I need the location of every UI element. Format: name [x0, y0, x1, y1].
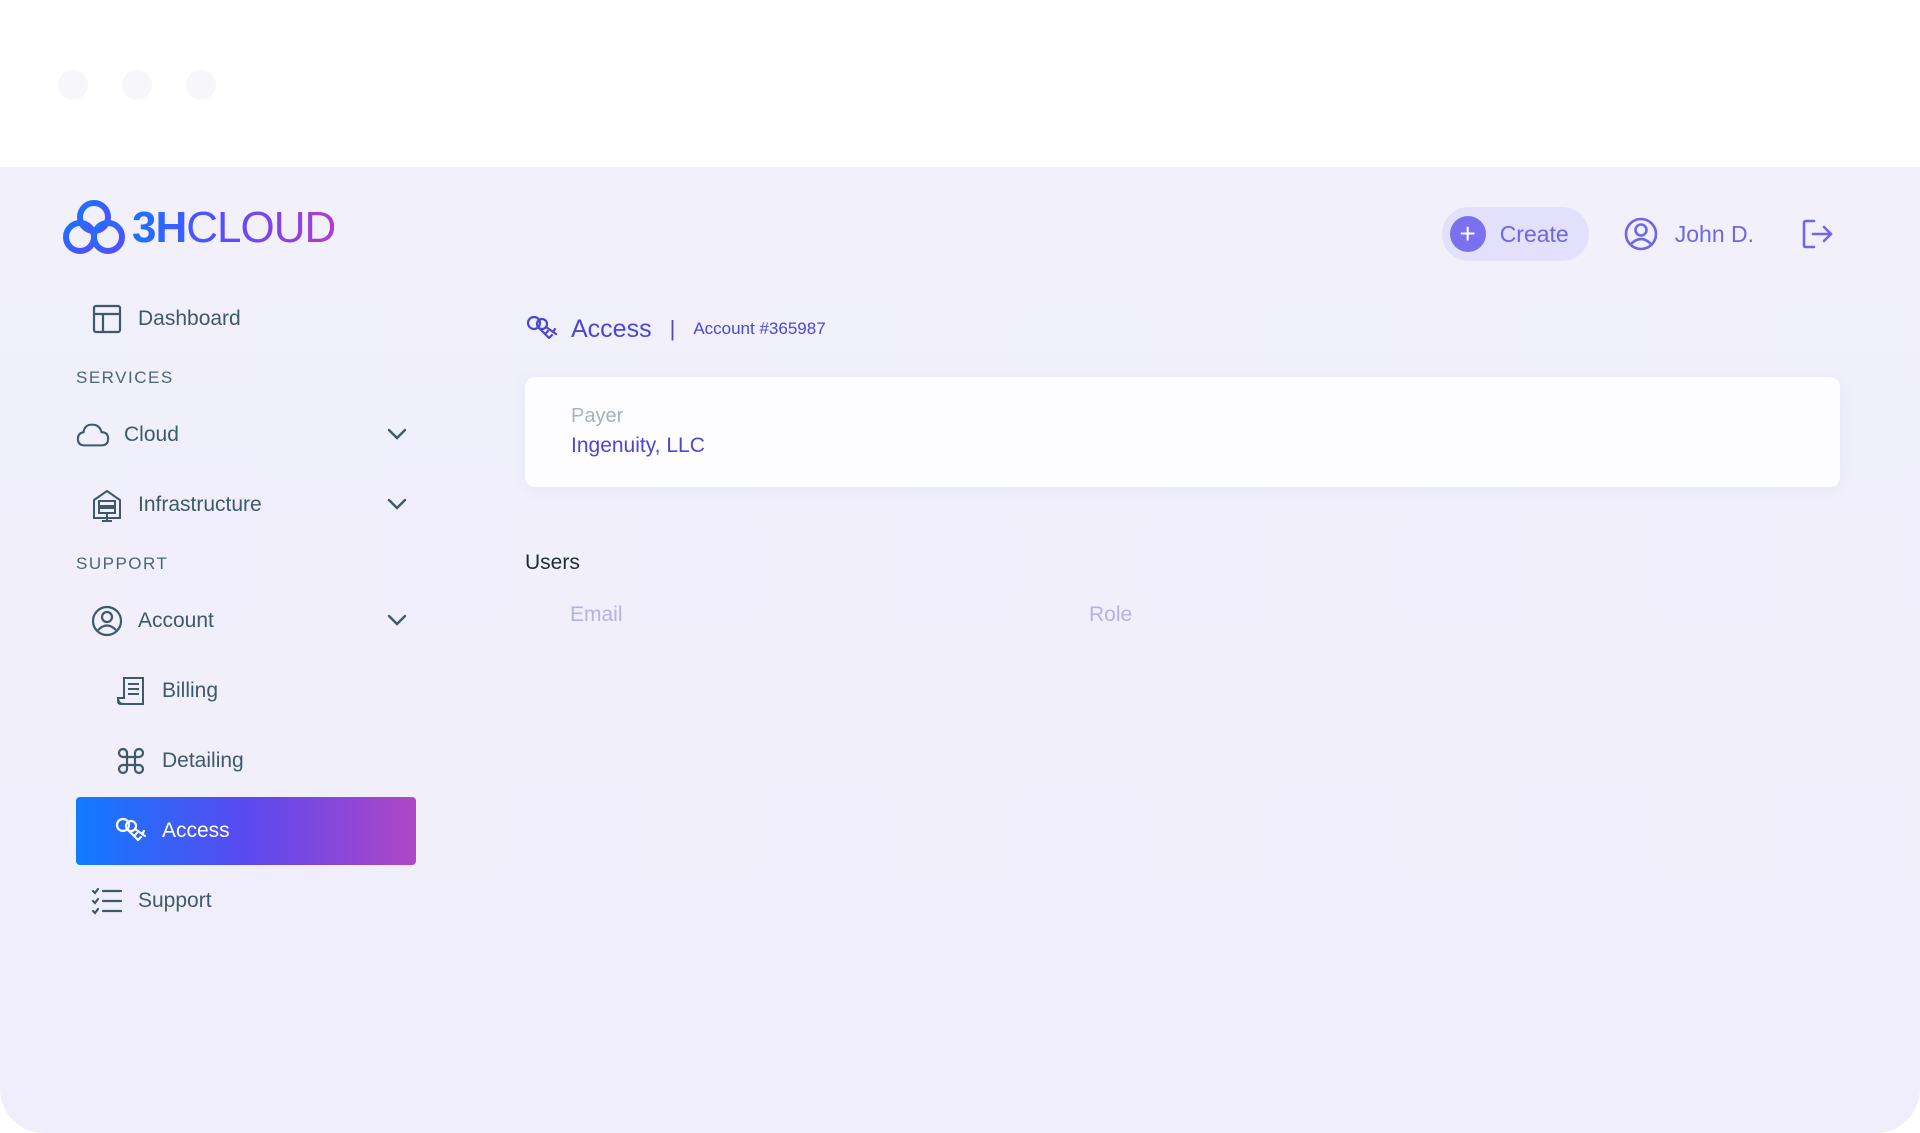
user-menu[interactable]: John D. [1623, 216, 1754, 252]
column-header-email[interactable]: Email [570, 603, 1089, 627]
cloud-knot-logo-icon [63, 200, 125, 254]
window-dot[interactable] [122, 70, 152, 100]
window-dot[interactable] [58, 70, 88, 100]
payer-label: Payer [571, 405, 624, 427]
sidebar-item-label: Cloud [124, 423, 179, 446]
logout-icon [1802, 219, 1833, 249]
users-table-header: Email Role [525, 603, 1840, 627]
chevron-down-icon[interactable] [386, 423, 408, 445]
sidebar-item-account[interactable]: Account [76, 587, 416, 655]
keys-icon [526, 315, 558, 340]
header-actions: + Create John D. [1441, 207, 1834, 261]
chevron-down-icon[interactable] [386, 609, 408, 631]
command-icon [114, 744, 148, 778]
brand-logo[interactable]: 3HCLOUD [62, 197, 335, 259]
chevron-down-icon[interactable] [386, 493, 408, 515]
sidebar-item-detailing[interactable]: Detailing [76, 727, 416, 795]
sidebar-item-label: Infrastructure [138, 493, 262, 516]
sidebar-item-label: Access [162, 819, 230, 842]
page-header: Access | Account #365987 [525, 309, 1840, 349]
server-building-icon [90, 488, 124, 522]
section-label-services: SERVICES [76, 368, 174, 387]
keys-icon [114, 814, 148, 848]
payer-value: Ingenuity, LLC [571, 434, 705, 457]
page-title: Access [571, 314, 652, 343]
sidebar-item-access[interactable]: Access [76, 797, 416, 865]
sidebar-item-label: Billing [162, 679, 219, 702]
user-name: John D. [1674, 220, 1754, 247]
user-circle-icon [90, 604, 124, 638]
main-content: Access | Account #365987 Payer Ingenuity… [525, 309, 1840, 627]
section-label-support: SUPPORT [76, 554, 169, 573]
window-controls [58, 70, 216, 100]
brand-name: 3HCLOUD [132, 203, 336, 252]
checklist-icon [90, 884, 124, 918]
sidebar-item-label: Support [138, 889, 212, 912]
sidebar-item-infrastructure[interactable]: Infrastructure [76, 471, 416, 539]
app-shell: 3HCLOUD + Create John D. Dashboard SERVI… [0, 167, 1920, 1133]
plus-icon: + [1449, 216, 1486, 252]
user-circle-icon [1624, 217, 1658, 251]
window-dot[interactable] [186, 70, 216, 100]
logout-button[interactable] [1800, 217, 1834, 251]
sidebar-item-cloud[interactable]: Cloud [62, 401, 416, 469]
receipt-icon [114, 674, 148, 708]
payer-card: Payer Ingenuity, LLC [525, 377, 1840, 487]
sidebar-item-support[interactable]: Support [76, 867, 416, 935]
account-number: Account #365987 [693, 319, 826, 338]
layout-icon [90, 302, 124, 336]
sidebar-item-label: Dashboard [138, 307, 241, 330]
sidebar-item-dashboard[interactable]: Dashboard [76, 285, 416, 353]
title-separator: | [669, 316, 676, 341]
create-button-label: Create [1499, 220, 1569, 247]
sidebar-item-label: Account [138, 609, 214, 632]
users-title: Users [525, 551, 580, 574]
sidebar: Dashboard SERVICES Cloud Infrastructure … [76, 285, 416, 937]
sidebar-item-billing[interactable]: Billing [76, 657, 416, 725]
cloud-icon [76, 418, 110, 452]
create-button[interactable]: + Create [1441, 207, 1589, 261]
sidebar-item-label: Detailing [162, 749, 244, 772]
column-header-role[interactable]: Role [1089, 603, 1132, 627]
